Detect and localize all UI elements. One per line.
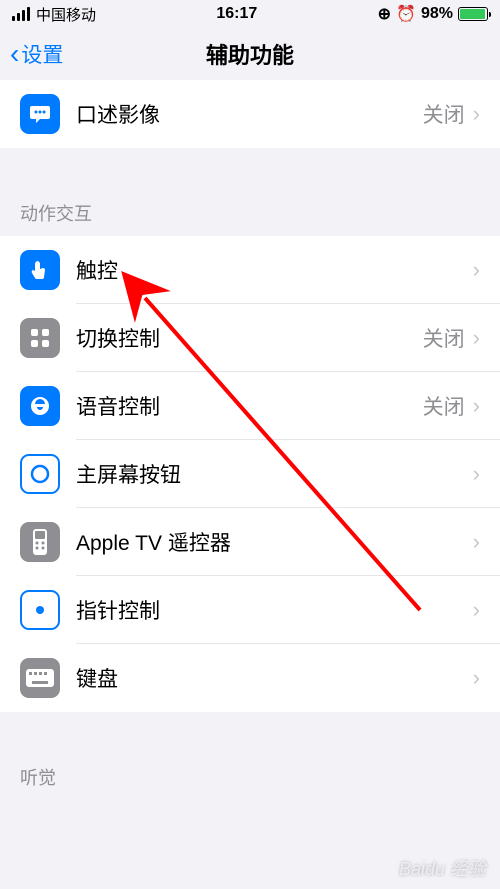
row-label: 主屏幕按钮 [76, 459, 473, 489]
list-section-1: 触控 › 切换控制 关闭 › 语音控制 关闭 › 主屏幕按钮 › Apple T… [0, 236, 500, 712]
row-touch[interactable]: 触控 › [0, 236, 500, 304]
speech-bubble-icon [20, 94, 60, 134]
battery-pct: 98% [421, 5, 453, 23]
carrier-label: 中国移动 [36, 4, 96, 25]
chevron-right-icon: › [473, 665, 480, 691]
keyboard-icon [20, 658, 60, 698]
row-switch-control[interactable]: 切换控制 关闭 › [0, 304, 500, 372]
chevron-right-icon: › [473, 393, 480, 419]
list-section-0: 口述影像 关闭 › [0, 80, 500, 148]
row-value: 关闭 [423, 323, 465, 353]
row-apple-tv-remote[interactable]: Apple TV 遥控器 › [0, 508, 500, 576]
row-label: 指针控制 [76, 595, 473, 625]
chevron-right-icon: › [473, 597, 480, 623]
row-label: 切换控制 [76, 323, 423, 353]
row-label: Apple TV 遥控器 [76, 527, 473, 557]
home-button-icon [20, 454, 60, 494]
chevron-right-icon: › [473, 325, 480, 351]
touch-icon [20, 250, 60, 290]
chevron-right-icon: › [473, 529, 480, 555]
row-audio-description[interactable]: 口述影像 关闭 › [0, 80, 500, 148]
back-label: 设置 [21, 39, 63, 69]
row-voice-control[interactable]: 语音控制 关闭 › [0, 372, 500, 440]
status-time: 16:17 [216, 5, 257, 23]
alarm-icon: ⏰ [396, 4, 416, 24]
section-header-hearing: 听觉 [0, 712, 500, 800]
chevron-left-icon: ‹ [10, 38, 19, 70]
remote-icon [20, 522, 60, 562]
chevron-right-icon: › [473, 461, 480, 487]
row-label: 口述影像 [76, 99, 423, 129]
back-button[interactable]: ‹ 设置 [0, 38, 63, 70]
chevron-right-icon: › [473, 257, 480, 283]
status-bar: 中国移动 16:17 ⊕ ⏰ 98% [0, 0, 500, 28]
row-keyboard[interactable]: 键盘 › [0, 644, 500, 712]
row-home-button[interactable]: 主屏幕按钮 › [0, 440, 500, 508]
row-label: 触控 [76, 255, 473, 285]
row-label: 语音控制 [76, 391, 423, 421]
signal-icon [12, 7, 30, 21]
pointer-icon [20, 590, 60, 630]
grid-icon [20, 318, 60, 358]
voice-icon [20, 386, 60, 426]
watermark: Baidu 经验 [399, 855, 486, 881]
page-title: 辅助功能 [206, 38, 294, 70]
rotation-lock-icon: ⊕ [378, 4, 391, 24]
chevron-right-icon: › [473, 101, 480, 127]
row-pointer-control[interactable]: 指针控制 › [0, 576, 500, 644]
battery-icon [458, 7, 488, 21]
section-header-motion: 动作交互 [0, 148, 500, 236]
nav-bar: ‹ 设置 辅助功能 [0, 28, 500, 80]
row-value: 关闭 [423, 99, 465, 129]
row-value: 关闭 [423, 391, 465, 421]
row-label: 键盘 [76, 663, 473, 693]
